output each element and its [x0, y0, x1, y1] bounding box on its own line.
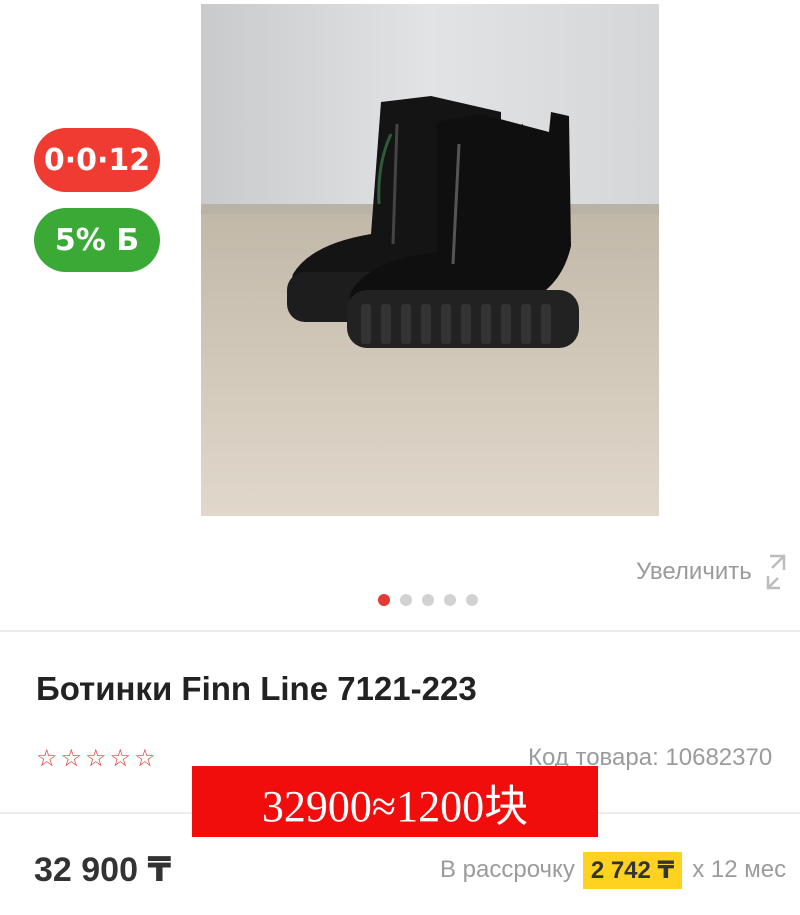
star-outline-icon: ☆ — [85, 744, 107, 772]
boots-photo — [201, 4, 659, 516]
gallery-dot[interactable] — [378, 594, 390, 606]
rating-stars[interactable]: ☆ ☆ ☆ ☆ ☆ — [36, 744, 156, 772]
monthly-payment: 2 742 ₸ — [582, 851, 683, 889]
star-outline-icon: ☆ — [134, 744, 156, 772]
star-outline-icon: ☆ — [36, 744, 58, 772]
product-price: 32 900 ₸ — [34, 851, 172, 889]
expand-icon — [766, 554, 785, 590]
zoom-label: Увеличить — [636, 558, 752, 585]
product-page: 0·0·12 5% Б Увеличить Ботинки Finn Line … — [0, 0, 800, 915]
star-outline-icon: ☆ — [109, 744, 132, 772]
star-outline-icon: ☆ — [60, 744, 83, 772]
gallery-dot[interactable] — [400, 594, 412, 606]
installment-badge: 0·0·12 — [34, 128, 160, 192]
gallery-dot[interactable] — [422, 594, 434, 606]
price-conversion-overlay: 32900≈1200块 — [192, 766, 598, 837]
zoom-button[interactable]: Увеличить — [636, 552, 788, 592]
installment-prefix: В рассрочку — [440, 856, 575, 883]
product-image[interactable] — [201, 4, 659, 516]
product-title: Ботинки Finn Line 7121-223 — [36, 670, 477, 707]
gallery-dot[interactable] — [466, 594, 478, 606]
gallery-dots — [378, 594, 478, 606]
installment-info[interactable]: В рассрочку 2 742 ₸ х 12 мес — [440, 850, 800, 890]
gallery-dot[interactable] — [444, 594, 456, 606]
divider — [0, 630, 800, 632]
installment-term: х 12 мес — [692, 856, 787, 883]
bonus-badge: 5% Б — [34, 208, 160, 272]
